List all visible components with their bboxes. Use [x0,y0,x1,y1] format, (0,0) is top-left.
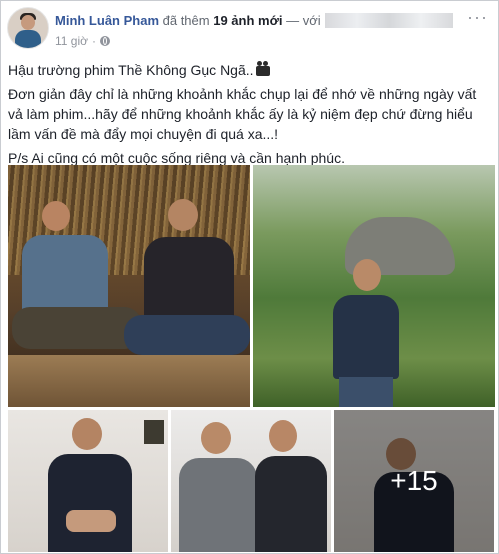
photo-4[interactable] [171,410,331,552]
action-prefix: đã thêm [162,13,210,28]
person-left-head [42,201,70,231]
post-meta: 11 giờ · [55,34,110,48]
post-line-2: Đơn giản đây chỉ là những khoảnh khắc ch… [8,86,477,142]
movie-camera-icon [255,61,270,76]
globe-icon [100,36,110,46]
person-left-head [201,422,231,454]
person-left-shirt [22,235,108,315]
person-left-legs [12,307,142,349]
person-shirt [48,454,132,552]
photo-2[interactable] [253,165,495,407]
person-right-shirt [255,456,327,552]
post-header: Minh Luân Pham đã thêm 19 ảnh mới — với [55,13,453,28]
avatar-body [15,30,41,48]
person-right-shirt [144,237,234,323]
person-left-shirt [179,458,257,552]
post-text: Hậu trường phim Thề Không Gục Ngã.. Đơn … [8,60,494,172]
floor-mat [8,355,250,407]
person-jeans [339,377,393,407]
photo-3[interactable] [8,410,168,552]
more-options-icon[interactable]: ··· [467,7,488,28]
blurred-tagged-names [324,13,453,28]
photo-1[interactable] [8,165,250,407]
person-right-head [269,420,297,452]
person-shirt [333,295,399,379]
person-head [353,259,381,291]
post-time[interactable]: 11 giờ [55,34,88,48]
person-head [72,418,102,450]
avatar-head [21,15,35,30]
action-suffix: — với [286,13,321,28]
more-photos-count: +15 [390,465,438,496]
person-right-legs [124,315,250,355]
person-right-head [168,199,198,231]
wall-frame [144,420,164,444]
post-card: Minh Luân Pham đã thêm 19 ảnh mới — với … [0,0,499,554]
person-stomach [66,510,116,532]
photo-5-more[interactable]: +15 [334,410,494,552]
author-name[interactable]: Minh Luân Pham [55,13,159,28]
author-avatar[interactable] [7,7,49,49]
photo-count-link[interactable]: 19 ảnh mới [213,13,282,28]
more-photos-overlay[interactable]: +15 [334,410,494,552]
post-line-1: Hậu trường phim Thề Không Gục Ngã.. [8,62,254,78]
